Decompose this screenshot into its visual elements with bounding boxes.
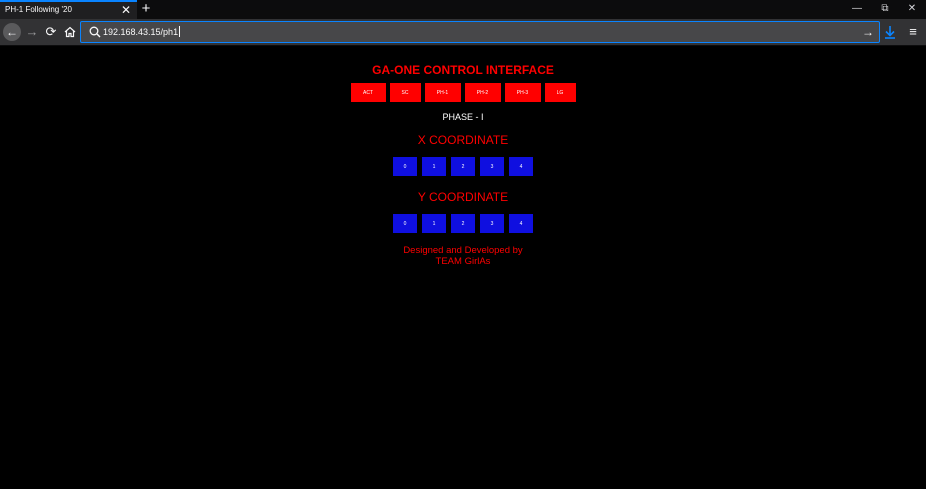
- x-button-0[interactable]: 0: [393, 157, 417, 176]
- close-window-button[interactable]: ✕: [904, 2, 920, 16]
- sc-button[interactable]: SC: [389, 83, 421, 102]
- back-arrow-icon[interactable]: ←: [3, 23, 21, 41]
- go-arrow-icon[interactable]: →: [860, 23, 876, 41]
- x-coordinate-buttons: 0 1 2 3 4: [0, 157, 926, 176]
- credit-line-1: Designed and Developed by: [403, 245, 523, 256]
- y-button-4[interactable]: 4: [509, 214, 533, 233]
- x-button-3[interactable]: 3: [480, 157, 504, 176]
- phase-label: PHASE - I: [442, 112, 484, 122]
- new-tab-button[interactable]: +: [140, 1, 152, 17]
- y-coordinate-heading: Y COORDINATE: [417, 190, 509, 204]
- browser-tab[interactable]: PH-1 Following '20 ✕: [0, 0, 137, 19]
- reload-icon[interactable]: ⟳: [42, 23, 60, 41]
- navigation-toolbar: ← → ⟳ 192.168.43.15/ph1 → ≡: [0, 19, 926, 46]
- y-button-1[interactable]: 1: [422, 214, 446, 233]
- x-button-4[interactable]: 4: [509, 157, 533, 176]
- ph2-button[interactable]: PH-2: [464, 83, 501, 102]
- tab-title: PH-1 Following '20: [5, 5, 72, 14]
- y-button-3[interactable]: 3: [480, 214, 504, 233]
- tab-close-icon[interactable]: ✕: [120, 3, 132, 17]
- forward-arrow-icon[interactable]: →: [23, 23, 41, 41]
- ph3-button[interactable]: PH-3: [504, 83, 541, 102]
- tab-strip: PH-1 Following '20 ✕ + — ⧉ ✕: [0, 0, 926, 19]
- nav-button-row: ACT SC PH-1 PH-2 PH-3 LG: [0, 83, 926, 102]
- lg-button[interactable]: LG: [544, 83, 576, 102]
- ph1-button[interactable]: PH-1: [424, 83, 461, 102]
- x-button-1[interactable]: 1: [422, 157, 446, 176]
- download-icon[interactable]: [882, 23, 898, 41]
- y-button-2[interactable]: 2: [451, 214, 475, 233]
- act-button[interactable]: ACT: [350, 83, 386, 102]
- page-title: GA-ONE CONTROL INTERFACE: [372, 63, 554, 77]
- x-button-2[interactable]: 2: [451, 157, 475, 176]
- credit-text: Designed and Developed by TEAM GirlAs: [0, 245, 926, 267]
- home-icon[interactable]: [61, 23, 79, 41]
- hamburger-menu-icon[interactable]: ≡: [905, 23, 921, 41]
- y-coordinate-buttons: 0 1 2 3 4: [0, 214, 926, 233]
- url-text[interactable]: 192.168.43.15/ph1: [103, 26, 181, 37]
- search-icon: [89, 26, 101, 38]
- minimize-button[interactable]: —: [849, 2, 865, 16]
- credit-line-2: TEAM GirlAs: [435, 256, 491, 267]
- address-bar[interactable]: 192.168.43.15/ph1 →: [80, 21, 880, 43]
- restore-button[interactable]: ⧉: [877, 2, 893, 16]
- y-button-0[interactable]: 0: [393, 214, 417, 233]
- page-content: GA-ONE CONTROL INTERFACE ACT SC PH-1 PH-…: [0, 46, 926, 489]
- x-coordinate-heading: X COORDINATE: [417, 133, 509, 147]
